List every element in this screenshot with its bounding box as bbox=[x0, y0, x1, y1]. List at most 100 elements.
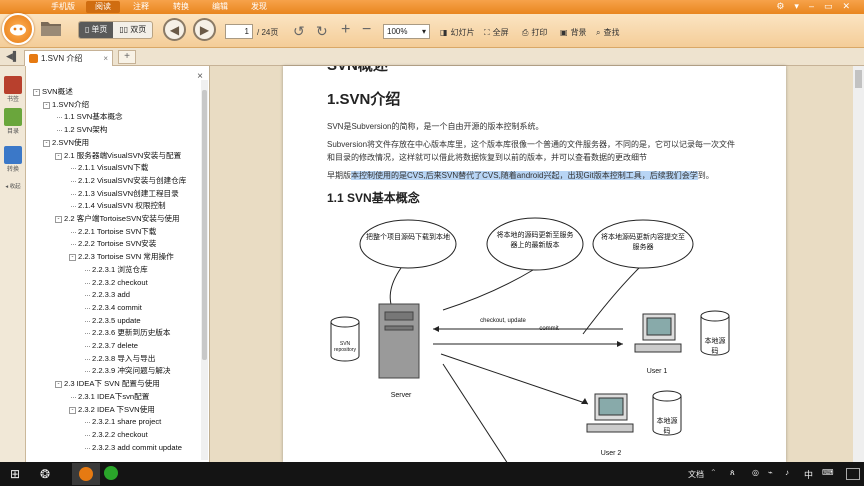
slideshow-button[interactable]: ◨ 幻灯片 bbox=[440, 27, 475, 38]
outline-expander[interactable]: - bbox=[43, 101, 50, 109]
people-icon[interactable]: ጰ bbox=[730, 468, 735, 478]
outline-item[interactable]: 2.1 服务器端VisualSVN安装与配置 bbox=[56, 150, 181, 162]
single-page-button[interactable]: ▯ 单页 bbox=[79, 22, 114, 38]
outline-expander[interactable]: - bbox=[69, 254, 76, 262]
outline-expander[interactable]: - bbox=[43, 139, 50, 147]
wechat-app-icon[interactable] bbox=[104, 466, 118, 480]
outline-item[interactable]: 1.2 SVN架构 bbox=[56, 124, 107, 136]
outline-item[interactable]: 2.2.3.9 冲突问题与解决 bbox=[85, 365, 171, 377]
collapse-button[interactable]: ◂ 收起 bbox=[2, 182, 24, 190]
outline-item[interactable]: 2.2.3.2 checkout bbox=[85, 277, 148, 289]
paragraph-3: 早期版本控制使用的是CVS,后来SVN替代了CVS,随着android兴起，出现… bbox=[327, 171, 714, 180]
sidebar-toggle-icon[interactable]: ◀▌ bbox=[6, 51, 19, 62]
bookmarks-button[interactable]: 书签 bbox=[2, 76, 24, 103]
tab-document[interactable]: 1.SVN 介绍 × bbox=[24, 50, 113, 66]
zoom-in-icon[interactable]: + bbox=[341, 21, 350, 39]
input-language-indicator[interactable]: 中 bbox=[804, 468, 813, 481]
outline-item[interactable]: 2.3.2.2 checkout bbox=[85, 429, 148, 441]
cloud-checkout-label: 把整个项目源码下载到本地 bbox=[366, 234, 450, 241]
print-button[interactable]: ⎙ 打印 bbox=[522, 27, 547, 38]
outline-item[interactable]: 2.2.3.7 delete bbox=[84, 340, 138, 352]
task-view-icon[interactable]: ❂ bbox=[40, 467, 50, 481]
cloud-update-label: 将本地的源码更新至服务器上的最新版本 bbox=[496, 232, 574, 249]
app-logo-icon[interactable] bbox=[2, 13, 34, 45]
toc-button[interactable]: 目录 bbox=[2, 108, 24, 135]
menu-read[interactable]: 阅读 bbox=[86, 1, 120, 13]
outline-item[interactable]: 2.3.2.1 share project bbox=[84, 416, 161, 428]
selected-text[interactable]: 本控制使用的是CVS,后来SVN替代了CVS,随着android兴起，出现Git… bbox=[351, 171, 698, 180]
outline-item[interactable]: 2.2.2 Tortoise SVN安装 bbox=[70, 238, 156, 250]
outline-item[interactable]: 2.3.2 IDEA 下SVN使用 bbox=[71, 404, 155, 416]
server-label: Server bbox=[390, 392, 412, 399]
close-tab-icon[interactable]: × bbox=[103, 51, 108, 66]
double-page-button[interactable]: ▯▯ 双页 bbox=[113, 22, 152, 38]
menu-edit[interactable]: 编辑 bbox=[203, 1, 237, 13]
outline-expander[interactable]: - bbox=[33, 89, 40, 96]
search-icon: ⌕ bbox=[596, 27, 601, 37]
page-scrollbar-thumb[interactable] bbox=[855, 70, 862, 88]
find-button[interactable]: ⌕ 查找 bbox=[596, 27, 619, 38]
outline-item[interactable]: 2.3.1 IDEA下svn配置 bbox=[70, 391, 149, 403]
outline-expander[interactable]: - bbox=[69, 406, 76, 414]
outline-item[interactable]: 2.2.3.6 更新到历史版本 bbox=[85, 327, 171, 339]
page-number-input[interactable]: 1 bbox=[225, 24, 253, 39]
ime-mode-label[interactable]: 文档 bbox=[688, 469, 704, 480]
left-rail: 书签 目录 转换 ◂ 收起 bbox=[0, 66, 26, 462]
menu-discover[interactable]: 发现 bbox=[242, 1, 276, 13]
arrow-left-icon: ◀ bbox=[169, 22, 180, 37]
reader-app-icon bbox=[79, 467, 93, 481]
network-icon[interactable]: ⌁ bbox=[768, 468, 773, 477]
new-tab-button[interactable]: + bbox=[118, 50, 136, 64]
outline-item[interactable]: 2.1.2 VisualSVN安装与创建仓库 bbox=[70, 175, 186, 187]
outline-item[interactable]: 2.2.3.4 commit bbox=[85, 302, 142, 314]
tray-status-icon[interactable]: ◎ bbox=[752, 468, 759, 477]
prev-page-button[interactable]: ◀ bbox=[163, 18, 186, 41]
rotate-left-icon[interactable]: ↺ bbox=[293, 23, 305, 40]
paragraph-2b: 和目录的修改情况，这样就可以借此将数据恢复到以前的版本，并可以查看数据的更改细节 bbox=[327, 153, 647, 162]
outline-item[interactable]: 2.1.4 VisualSVN 权限控制 bbox=[71, 200, 166, 212]
tray-expand-icon[interactable]: ⌃ bbox=[710, 468, 717, 477]
fullscreen-button[interactable]: ⛶ 全屏 bbox=[484, 27, 509, 38]
page-scrollbar[interactable] bbox=[853, 66, 864, 462]
window-controls[interactable]: ⚙▾–▭✕ bbox=[776, 1, 860, 12]
notification-icon[interactable] bbox=[846, 468, 860, 480]
outline-item[interactable]: 2.2.3.8 导入与导出 bbox=[84, 353, 155, 365]
rotate-right-icon[interactable]: ↻ bbox=[316, 23, 328, 40]
top-heading: SVN概述 bbox=[327, 66, 388, 75]
outline-scrollbar-thumb[interactable] bbox=[202, 90, 207, 360]
outline-expander[interactable]: - bbox=[55, 381, 62, 389]
background-button[interactable]: ▣ 背景 bbox=[560, 27, 587, 38]
outline-item[interactable]: 2.1.3 VisualSVN创建工程目录 bbox=[71, 188, 179, 200]
menu-convert[interactable]: 转换 bbox=[164, 1, 198, 13]
windows-start-icon[interactable]: ⊞ bbox=[10, 467, 20, 481]
zoom-out-icon[interactable]: − bbox=[362, 21, 371, 39]
volume-icon[interactable]: ♪ bbox=[785, 468, 789, 477]
zoom-select[interactable]: 100% ▾ bbox=[383, 24, 430, 39]
outline-item[interactable]: 2.2.3.3 add bbox=[84, 289, 130, 301]
outline-item[interactable]: 2.2.1 Tortoise SVN下载 bbox=[70, 226, 156, 238]
open-folder-icon[interactable] bbox=[40, 19, 62, 37]
taskbar-app-reader[interactable] bbox=[72, 463, 100, 485]
outline-item[interactable]: 1.1 SVN基本概念 bbox=[57, 111, 123, 123]
next-page-button[interactable]: ▶ bbox=[193, 18, 216, 41]
keyboard-icon[interactable]: ⌨ bbox=[822, 468, 834, 477]
menu-mobile[interactable]: 手机版 bbox=[42, 1, 84, 13]
outline-item[interactable]: 2.SVN使用 bbox=[44, 137, 89, 149]
toc-icon bbox=[4, 108, 22, 126]
document-tab-icon bbox=[29, 54, 38, 63]
outline-item[interactable]: 1.SVN介绍 bbox=[44, 99, 89, 111]
outline-item[interactable]: 2.2.3.5 update bbox=[85, 315, 141, 327]
outline-expander[interactable]: - bbox=[55, 216, 62, 223]
outline-item[interactable]: 2.3.2.3 add commit update bbox=[85, 442, 182, 454]
outline-item[interactable]: 2.2 客户端TortoiseSVN安装与使用 bbox=[57, 213, 180, 225]
outline-item[interactable]: 2.3 IDEA下 SVN 配置与使用 bbox=[57, 378, 160, 390]
outline-expander[interactable]: - bbox=[55, 152, 62, 160]
menu-annotate[interactable]: 注释 bbox=[124, 1, 158, 13]
cloud-commit-label: 将本地源码更新内容提交至服务器 bbox=[601, 234, 685, 251]
outline-item[interactable]: SVN概述 bbox=[35, 86, 73, 98]
outline-item[interactable]: 2.1.1 VisualSVN下载 bbox=[70, 162, 148, 174]
outline-item[interactable]: 2.2.3.1 浏览仓库 bbox=[85, 264, 148, 276]
outline-item[interactable]: 2.2.3 Tortoise SVN 常用操作 bbox=[71, 251, 174, 263]
paragraph-1: SVN是Subversion的简称，是一个自由开源的版本控制系统。 bbox=[327, 122, 544, 131]
convert-button[interactable]: 转换 bbox=[2, 146, 24, 173]
